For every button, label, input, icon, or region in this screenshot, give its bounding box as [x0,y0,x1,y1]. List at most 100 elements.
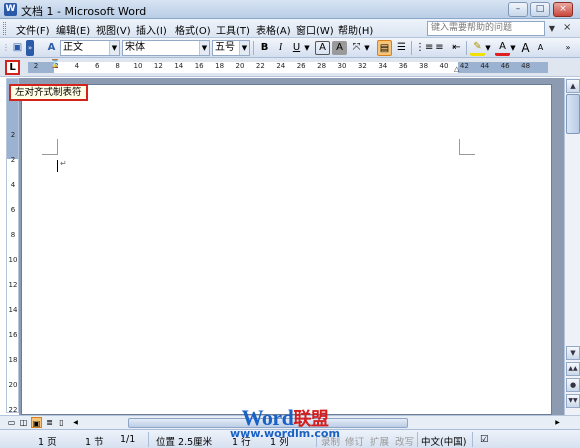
grow-font-button[interactable]: A [518,40,533,56]
word-app-icon[interactable]: W [4,3,17,16]
ruler-tick-label: 22 [255,62,265,70]
menu-tools[interactable]: 工具(T) [216,22,250,37]
scroll-right-icon[interactable]: ▶ [552,417,563,428]
tab-stop-selector-button[interactable]: L [5,60,20,75]
minimize-button[interactable]: – [508,2,528,17]
ruler-tick-label: 48 [521,62,531,70]
vruler-tick-label: 16 [8,331,18,339]
select-browse-object-icon[interactable]: ● [566,378,580,392]
underline-dropdown-icon[interactable]: ▼ [303,40,311,56]
vruler-tick-label: 8 [10,231,16,239]
toolbar-grip-icon[interactable]: ⋮ [2,40,10,56]
font-select-value: 宋体 [125,42,145,53]
vruler-tick-label: 10 [8,256,18,264]
decrease-indent-icon[interactable]: ⇤ [449,40,464,56]
font-color-dropdown-icon[interactable]: ▼ [509,40,517,56]
font-color-button[interactable]: A [495,40,510,56]
save-icon[interactable]: ▣ [10,40,25,56]
char-border-button[interactable]: A [315,41,330,55]
menubar-grip-icon[interactable] [3,22,6,35]
web-view-icon[interactable]: ◫ [18,417,29,428]
menu-insert[interactable]: 插入(I) [136,22,167,37]
ruler-tick-label: 24 [276,62,286,70]
menu-help[interactable]: 帮助(H) [338,22,373,37]
vruler-tick-label: 20 [8,381,18,389]
ruler-tick-label: 4 [74,62,80,70]
style-select[interactable]: 正文 ▼ [60,40,120,56]
menu-view[interactable]: 视图(V) [96,22,131,37]
spelling-status-icon[interactable]: ☑ [480,434,489,445]
vruler-tick-label: 2 [10,131,16,139]
menu-table[interactable]: 表格(A) [256,22,291,37]
ruler-tick-label: 2 [33,62,39,70]
close-document-button[interactable]: × [563,22,571,33]
horizontal-ruler[interactable]: 2 2 4 6 8 10 12 14 16 18 20 22 24 26 28 30 32 34 36 38 40 42 4… [28,59,548,74]
vertical-scroll-thumb[interactable] [566,94,580,134]
toolbar-divider [411,41,412,55]
normal-view-icon[interactable]: ▭ [6,417,17,428]
char-scale-dropdown-icon[interactable]: ▼ [363,40,371,56]
ruler-tick-label: 34 [378,62,388,70]
vruler-tick-label: 4 [10,181,16,189]
outline-view-icon[interactable]: ≣ [44,417,55,428]
shrink-font-button[interactable]: A [533,40,548,56]
scroll-left-icon[interactable]: ◀ [70,417,81,428]
reading-view-icon[interactable]: ▯ [56,417,67,428]
maximize-button[interactable]: □ [530,2,550,17]
underline-button[interactable]: U [289,40,304,56]
previous-page-icon[interactable]: ▲▲ [566,362,580,376]
bold-button[interactable]: B [257,40,272,56]
status-overtype[interactable]: 改写 [395,434,414,448]
ruler-tick-label: 20 [235,62,245,70]
title-bar: W 文档 1 - Microsoft Word – □ × [0,0,580,19]
toolbar-overflow-icon[interactable]: » [564,40,572,56]
ruler-tick-label: 8 [115,62,120,70]
status-track-changes[interactable]: 修订 [345,434,364,448]
first-line-indent-marker-icon[interactable]: ⌛ [50,59,60,68]
numbering-icon[interactable]: ⋮≡ [415,40,433,56]
toolbar-options-icon[interactable]: » [26,40,34,56]
scroll-down-icon[interactable]: ▼ [566,346,580,360]
font-size-select[interactable]: 五号 ▼ [212,40,250,56]
ruler-tick-label: 40 [439,62,449,70]
ruler-tick-label: 18 [215,62,225,70]
document-page[interactable]: ↵ [21,84,552,415]
ruler-tick-label: 36 [398,62,408,70]
menu-format[interactable]: 格式(O) [175,22,211,37]
menu-window[interactable]: 窗口(W) [296,22,334,37]
justify-button[interactable]: ▤ [377,40,392,56]
close-window-button[interactable]: × [553,2,573,17]
font-size-value: 五号 [215,42,235,53]
vertical-scrollbar[interactable]: ▲ ▼ ▲▲ ● ▼▼ [564,78,580,415]
vertical-ruler[interactable]: 224681012141618202224 [6,78,19,439]
document-workspace: ↵ [19,78,564,415]
status-extend[interactable]: 扩展 [370,434,389,448]
ruler-tick-label: 26 [296,62,306,70]
menu-file[interactable]: 文件(F) [16,22,50,37]
vruler-tick-label: 2 [10,156,16,164]
menu-edit[interactable]: 编辑(E) [56,22,90,37]
paragraph-mark-icon: ↵ [60,159,67,168]
highlight-dropdown-icon[interactable]: ▼ [484,40,492,56]
distributed-align-button[interactable]: ☰ [394,40,409,56]
vruler-tick-label: 12 [8,281,18,289]
help-question-input[interactable]: 键入需要帮助的问题 [427,21,545,36]
char-scale-icon[interactable]: ⤧ [349,40,364,56]
ruler-row: L 2 2 4 6 8 10 12 14 16 18 20 22 24 26 28 30 32 34 36 38 40 4… [0,58,580,77]
italic-button[interactable]: I [273,40,288,56]
bullets-icon[interactable]: ≡ [432,40,447,56]
status-language[interactable]: 中文(中国) [421,434,466,448]
right-indent-marker-icon[interactable]: △ [454,65,459,73]
font-select[interactable]: 宋体 ▼ [122,40,210,56]
help-dropdown-arrow-icon[interactable]: ▼ [547,22,557,35]
highlight-icon[interactable]: ✎ [470,40,485,56]
styles-formatting-icon[interactable]: A [44,40,59,56]
window-title: 文档 1 - Microsoft Word [21,5,147,18]
print-view-icon[interactable]: ▣ [31,417,42,428]
margin-corner-mark [42,139,58,155]
vruler-tick-label: 18 [8,356,18,364]
vruler-tick-label: 22 [8,406,18,414]
next-page-icon[interactable]: ▼▼ [566,394,580,408]
char-shading-button[interactable]: A [332,41,347,55]
scroll-up-icon[interactable]: ▲ [566,79,580,93]
